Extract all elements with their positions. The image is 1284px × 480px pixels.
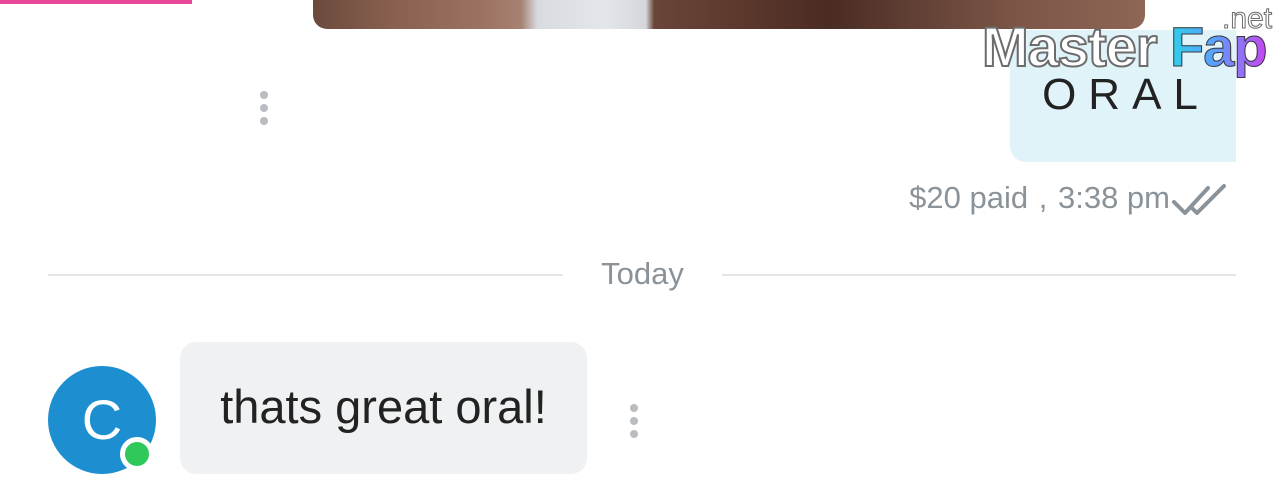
message-meta: $20 paid , 3:38 pm — [860, 178, 1170, 218]
more-vertical-icon[interactable] — [260, 91, 268, 130]
received-message-text: thats great oral! — [220, 380, 547, 433]
watermark-part1: Master — [981, 15, 1159, 79]
watermark-logo: Master Fap .net — [981, 2, 1282, 79]
meta-separator: , — [1038, 180, 1048, 215]
divider-line-right — [722, 274, 1236, 276]
more-vertical-icon[interactable] — [630, 404, 638, 443]
divider-line-left — [48, 274, 563, 276]
avatar-initial: C — [81, 388, 123, 451]
watermark-part3: .net — [1221, 2, 1273, 36]
online-status-indicator — [120, 437, 154, 471]
price-paid: $20 paid — [909, 180, 1029, 215]
day-divider-label: Today — [601, 256, 684, 291]
double-check-icon — [1172, 184, 1226, 215]
accent-bar — [0, 0, 192, 4]
message-time: 3:38 pm — [1057, 180, 1170, 215]
